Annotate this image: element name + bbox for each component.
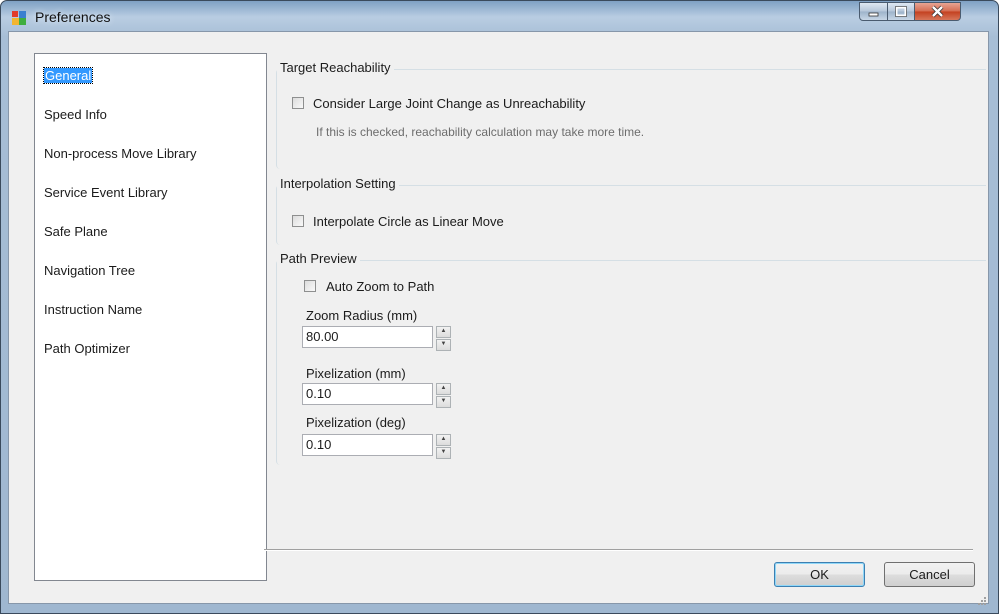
pixelization-mm-stepper[interactable]: ▲ ▼	[436, 383, 451, 408]
spin-down-icon[interactable]: ▼	[436, 447, 451, 459]
minimize-button[interactable]	[859, 2, 888, 21]
spin-up-icon[interactable]: ▲	[436, 383, 451, 395]
maximize-button[interactable]	[887, 2, 915, 21]
pixelization-mm-input[interactable]: 0.10	[302, 383, 433, 405]
reachability-hint-text: If this is checked, reachability calcula…	[316, 125, 645, 139]
target-reachability-group	[276, 69, 986, 169]
spin-down-icon[interactable]: ▼	[436, 339, 451, 351]
ok-button[interactable]: OK	[774, 562, 865, 587]
cancel-button[interactable]: Cancel	[884, 562, 975, 587]
spin-up-icon[interactable]: ▲	[436, 434, 451, 446]
title-bar[interactable]: Preferences	[1, 1, 998, 33]
resize-grip-icon[interactable]	[976, 595, 986, 605]
category-list[interactable]: General Speed Info Non-process Move Libr…	[34, 53, 267, 581]
nav-item-path-optimizer[interactable]: Path Optimizer	[44, 340, 130, 358]
nav-item-general[interactable]: General	[42, 67, 94, 85]
nav-item-navigation-tree[interactable]: Navigation Tree	[44, 262, 135, 280]
nav-item-non-process-move-library[interactable]: Non-process Move Library	[44, 145, 196, 163]
pixelization-mm-label: Pixelization (mm)	[306, 366, 406, 381]
target-reachability-title: Target Reachability	[277, 60, 394, 75]
pixelization-deg-input[interactable]: 0.10	[302, 434, 433, 456]
pixelization-deg-label: Pixelization (deg)	[306, 415, 406, 430]
large-joint-change-checkbox[interactable]	[292, 97, 304, 109]
close-icon	[931, 5, 944, 18]
auto-zoom-label: Auto Zoom to Path	[326, 279, 435, 294]
interpolate-circle-label: Interpolate Circle as Linear Move	[313, 214, 504, 229]
nav-item-instruction-name[interactable]: Instruction Name	[44, 301, 142, 319]
zoom-radius-stepper[interactable]: ▲ ▼	[436, 326, 451, 351]
maximize-icon	[895, 6, 907, 17]
spin-down-icon[interactable]: ▼	[436, 396, 451, 408]
nav-item-safe-plane[interactable]: Safe Plane	[44, 223, 108, 241]
large-joint-change-label: Consider Large Joint Change as Unreachab…	[313, 96, 586, 111]
zoom-radius-input[interactable]: 80.00	[302, 326, 433, 348]
minimize-icon	[868, 12, 879, 17]
zoom-radius-label: Zoom Radius (mm)	[306, 308, 418, 323]
nav-item-service-event-library[interactable]: Service Event Library	[44, 184, 168, 202]
auto-zoom-checkbox[interactable]	[304, 280, 316, 292]
interpolate-circle-checkbox[interactable]	[292, 215, 304, 227]
nav-item-speed-info[interactable]: Speed Info	[44, 106, 107, 124]
pixelization-deg-stepper[interactable]: ▲ ▼	[436, 434, 451, 459]
window-title: Preferences	[35, 9, 111, 25]
preferences-app-icon	[12, 11, 26, 25]
close-button[interactable]	[914, 2, 961, 21]
spin-up-icon[interactable]: ▲	[436, 326, 451, 338]
interpolation-title: Interpolation Setting	[277, 176, 399, 191]
button-separator	[264, 549, 973, 551]
path-preview-title: Path Preview	[277, 251, 360, 266]
